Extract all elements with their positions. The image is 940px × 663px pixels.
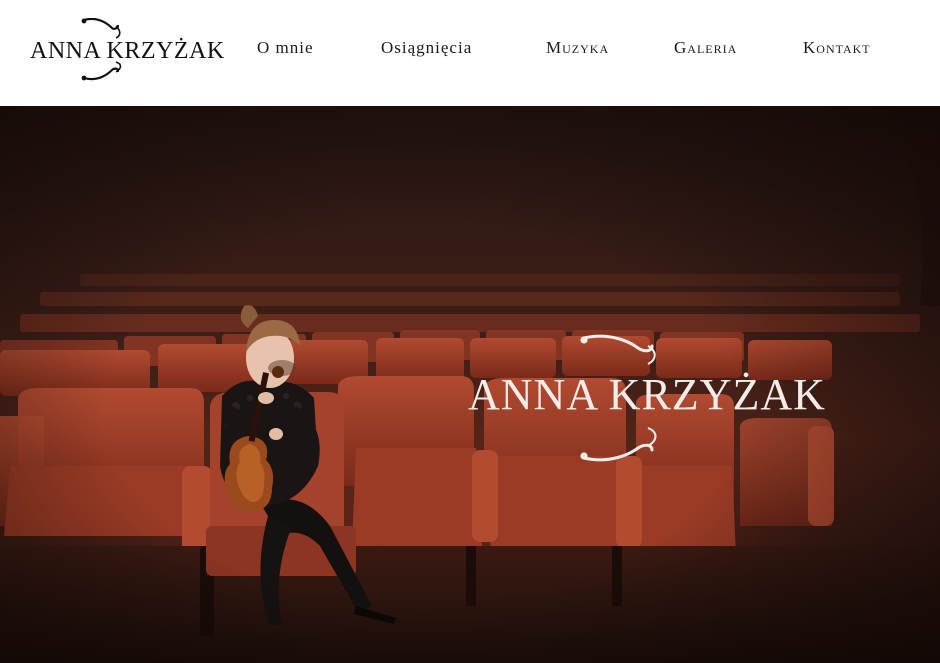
site-header: ANNA KRZYŻAK O mnie Osiągnięcia Muzyka G… (0, 0, 940, 106)
hero-title: ANNA KRZYŻAK (468, 370, 826, 419)
nav-item-osiagniecia[interactable]: Osiągnięcia (381, 38, 472, 58)
main-nav: O mnie Osiągnięcia Muzyka Galeria Kontak… (0, 38, 940, 62)
nav-item-galeria[interactable]: Galeria (674, 38, 737, 58)
nav-item-kontakt[interactable]: Kontakt (803, 38, 871, 58)
nav-item-muzyka[interactable]: Muzyka (546, 38, 609, 58)
nav-item-o-mnie[interactable]: O mnie (257, 38, 314, 58)
hero-banner: ANNA KRZYŻAK (0, 106, 940, 663)
hero-logo: ANNA KRZYŻAK (462, 332, 892, 464)
